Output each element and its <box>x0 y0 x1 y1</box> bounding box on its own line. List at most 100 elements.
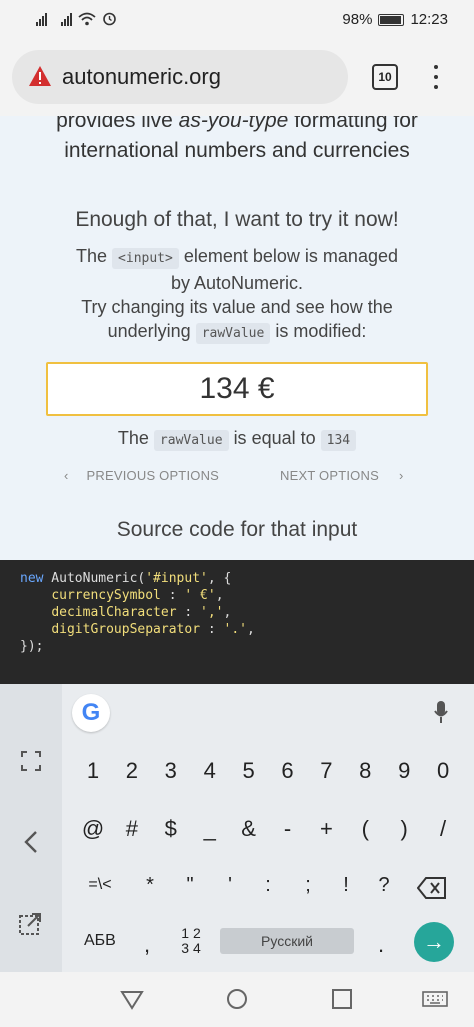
key-symbol-alt[interactable]: * <box>132 870 168 900</box>
system-nav-bar <box>0 972 474 1027</box>
tagline-part1: provides live <box>56 116 179 132</box>
key-symbol-alt[interactable]: ? <box>366 870 402 900</box>
code-digit-group-separator-value: '.' <box>223 622 247 637</box>
space-bar[interactable]: Русский <box>220 928 354 954</box>
battery-percent: 98% <box>342 11 373 28</box>
expand-icon[interactable] <box>20 750 42 772</box>
desc-line4-pre: underlying <box>107 321 191 341</box>
key-symbol[interactable]: _ <box>192 814 228 844</box>
tagline-part2: formatting for <box>288 116 418 132</box>
rawvalue-label-code: rawValue <box>153 430 229 451</box>
warning-icon[interactable] <box>28 65 52 87</box>
key-symbol[interactable]: # <box>114 814 150 844</box>
key-symbol[interactable]: ( <box>347 814 383 844</box>
tagline-emphasis: as-you-type <box>178 116 289 132</box>
url-text[interactable]: autonumeric.org <box>62 64 221 90</box>
comma-key[interactable]: , <box>144 932 150 958</box>
key-digit[interactable]: 5 <box>231 756 267 786</box>
backspace-icon[interactable] <box>417 877 447 899</box>
code-line1-selector: '#input' <box>145 571 208 586</box>
alarm-icon <box>103 12 116 26</box>
next-options-label: NEXT OPTIONS <box>280 468 379 483</box>
tagline: provides live as-you-type formatting for… <box>0 116 474 166</box>
microphone-icon[interactable] <box>434 700 448 724</box>
page-content: provides live as-you-type formatting for… <box>0 116 474 560</box>
desc-after-tag: element below is managed <box>183 246 398 266</box>
input-tag-code: <input> <box>112 248 179 269</box>
key-symbol[interactable]: + <box>308 814 344 844</box>
rawvalue-line: The rawValue is equal to 134 <box>0 428 474 451</box>
url-bar[interactable]: autonumeric.org <box>12 50 348 104</box>
keyboard-hide-icon[interactable] <box>422 991 448 1007</box>
code-line3-sep: : <box>176 605 201 620</box>
key-symbol[interactable]: $ <box>153 814 189 844</box>
battery-icon <box>378 13 405 26</box>
home-circle-icon[interactable] <box>226 988 248 1010</box>
previous-options-label: PREVIOUS OPTIONS <box>86 468 220 483</box>
key-symbol-alt[interactable]: ; <box>290 870 326 900</box>
chevron-left-icon: ‹ <box>64 468 69 483</box>
code-line1-call: AutoNumeric( <box>43 571 146 586</box>
code-currency-symbol-value: ' €' <box>184 588 216 603</box>
code-block: new AutoNumeric('#input', { currencySymb… <box>0 560 474 684</box>
key-digit[interactable]: 6 <box>270 756 306 786</box>
key-symbol-alt[interactable]: ' <box>212 870 248 900</box>
period-key[interactable]: . <box>378 932 384 958</box>
desc-the: The <box>76 246 108 266</box>
code-decimal-character-value: ',' <box>200 605 224 620</box>
code-line1-end: , { <box>207 571 232 586</box>
recents-square-icon[interactable] <box>332 989 352 1009</box>
keyboard-side-panel <box>0 684 62 972</box>
key-symbol-alt[interactable]: " <box>172 870 208 900</box>
key-symbol[interactable]: @ <box>75 814 111 844</box>
key-digit[interactable]: 3 <box>153 756 189 786</box>
tagline-line2: international numbers and currencies <box>64 139 410 162</box>
key-symbol[interactable]: & <box>231 814 267 844</box>
key-digit[interactable]: 2 <box>114 756 150 786</box>
key-digit[interactable]: 4 <box>192 756 228 786</box>
key-symbol-alt[interactable]: ! <box>328 870 364 900</box>
key-symbol[interactable]: ) <box>386 814 422 844</box>
tab-switcher-button[interactable]: 10 <box>372 64 398 90</box>
code-decimal-character-key: decimalCharacter <box>51 605 177 620</box>
code-keyword-new: new <box>20 571 44 586</box>
chevron-left-icon-kb[interactable] <box>24 830 38 854</box>
previous-options-link[interactable]: ‹ PREVIOUS OPTIONS <box>64 468 219 483</box>
description: The <input> element below is managed by … <box>0 244 474 346</box>
code-line4-sep: : <box>200 622 224 637</box>
next-options-link[interactable]: NEXT OPTIONS › <box>280 468 404 483</box>
code-line2-sep: : <box>160 588 185 603</box>
back-triangle-icon[interactable] <box>120 990 144 1010</box>
key-symbol-alt[interactable]: : <box>250 870 286 900</box>
browser-toolbar: autonumeric.org 10 <box>0 40 474 116</box>
numpad-switch-top: 1 2 <box>181 925 201 941</box>
status-right: 98% 12:23 <box>342 11 448 28</box>
alphabet-switch-key[interactable]: АБВ <box>84 932 116 950</box>
rawvalue-result-code: 134 <box>320 430 357 451</box>
key-digit[interactable]: 7 <box>308 756 344 786</box>
overflow-menu-icon[interactable] <box>428 62 444 92</box>
wifi-icon <box>78 12 96 25</box>
google-icon[interactable]: G <box>72 694 110 732</box>
desc-line3: Try changing its value and see how the <box>81 297 393 317</box>
key-digit[interactable]: 8 <box>347 756 383 786</box>
key-symbol[interactable]: / <box>425 814 461 844</box>
key-symbol[interactable]: - <box>270 814 306 844</box>
key-digit[interactable]: 1 <box>75 756 111 786</box>
status-bar: 98% 12:23 <box>0 0 474 40</box>
signal-icon <box>36 12 47 26</box>
raw-pre: The <box>117 428 149 448</box>
floating-keyboard-icon[interactable] <box>18 910 44 936</box>
clock: 12:23 <box>410 11 448 28</box>
try-it-heading: Enough of that, I want to try it now! <box>75 208 399 231</box>
autonumeric-input[interactable]: 134 € <box>46 362 428 416</box>
key-symbol-alt[interactable]: =\< <box>78 870 122 900</box>
key-digit[interactable]: 0 <box>425 756 461 786</box>
numpad-switch-bottom: 3 4 <box>181 940 201 956</box>
chevron-right-icon: › <box>398 468 404 483</box>
enter-key[interactable]: → <box>414 922 454 962</box>
desc-line4-post: is modified: <box>275 321 367 341</box>
key-digit[interactable]: 9 <box>386 756 422 786</box>
code-currency-symbol-key: currencySymbol <box>51 588 161 603</box>
numpad-switch-key[interactable]: 1 2 3 4 <box>176 926 206 956</box>
